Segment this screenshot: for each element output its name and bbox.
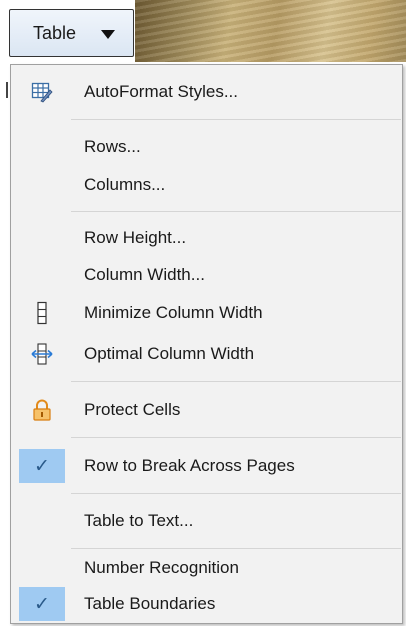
menu-item-label: Row to Break Across Pages [84,456,295,475]
menu-item-label: Column Width... [84,265,205,284]
menu-item-label: Row Height... [84,228,187,247]
menu-item-protect-cells[interactable]: Protect Cells [16,392,397,428]
menu-separator [71,381,401,382]
menu-item-label: Columns... [84,175,166,194]
menu-item-number-recognition[interactable]: Number Recognition [16,550,397,586]
text-cursor [6,82,8,98]
menu-item-label: Table Boundaries [84,594,216,613]
minimize-column-width-icon [19,296,65,330]
menu-item-label: Table to Text... [84,511,194,530]
table-menu-button[interactable]: Table [9,9,134,57]
menu-item-minimize-column-width[interactable]: Minimize Column Width [16,295,397,331]
lock-icon [19,393,65,427]
menu-item-row-height[interactable]: Row Height... [16,220,397,256]
menu-item-label: AutoFormat Styles... [84,82,238,101]
menu-item-rows[interactable]: Rows... [16,129,397,165]
menu-item-label: Optimal Column Width [84,344,255,363]
background-image [135,0,406,62]
menu-item-label: Protect Cells [84,400,181,419]
menu-item-optimal-column-width[interactable]: Optimal Column Width [16,336,397,372]
menu-separator [71,493,401,494]
menu-item-label: Number Recognition [84,558,239,577]
menu-item-label: Minimize Column Width [84,303,263,322]
menu-separator [71,211,401,212]
autoformat-icon [19,75,65,109]
menu-item-autoformat-styles[interactable]: AutoFormat Styles... [16,74,397,110]
checkmark-icon: ✓ [19,587,65,621]
menu-item-column-width[interactable]: Column Width... [16,257,397,293]
table-dropdown-menu: AutoFormat Styles... Rows... Columns... … [10,64,403,624]
menu-separator [71,119,401,120]
menu-item-table-boundaries[interactable]: ✓ Table Boundaries [16,586,397,622]
menu-item-table-to-text[interactable]: Table to Text... [16,503,397,539]
menu-separator [71,437,401,438]
optimal-column-width-icon [19,337,65,371]
checkmark-icon: ✓ [19,449,65,483]
chevron-down-icon [101,30,115,39]
table-button-label: Table [33,22,77,43]
menu-item-row-to-break-across-pages[interactable]: ✓ Row to Break Across Pages [16,448,397,484]
menu-item-label: Rows... [84,137,141,156]
menu-item-columns[interactable]: Columns... [16,167,397,203]
menu-separator [71,548,401,549]
